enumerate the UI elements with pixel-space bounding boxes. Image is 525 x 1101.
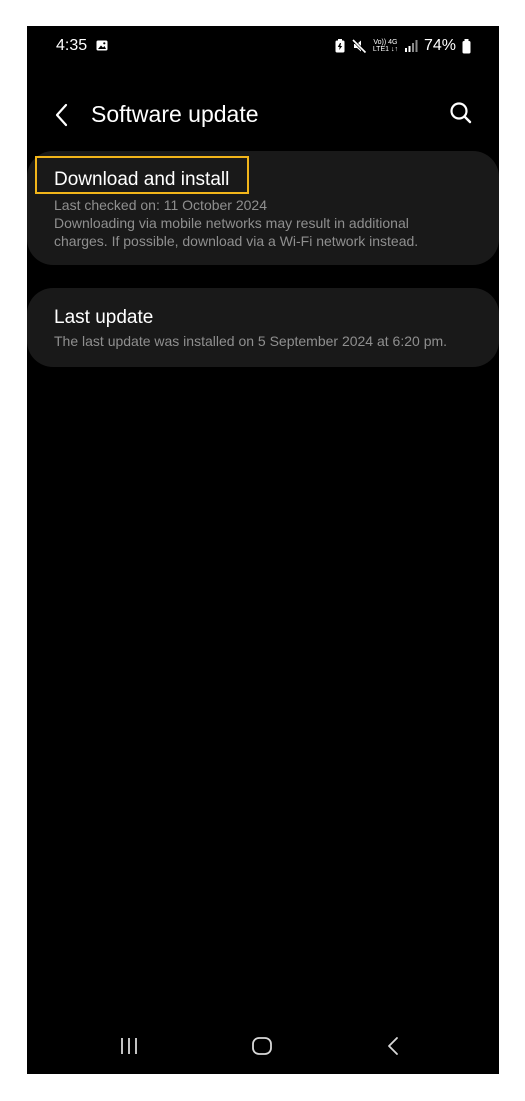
back-icon	[388, 1037, 398, 1055]
status-time: 4:35	[56, 37, 88, 54]
back-button[interactable]	[49, 100, 75, 130]
status-bar: 4:35 Vo)) 4G LTE1 ↓↑ 74%	[27, 26, 499, 66]
home-icon	[252, 1037, 272, 1055]
last-update-item[interactable]: Last update The last update was installe…	[27, 288, 499, 367]
search-button[interactable]	[447, 99, 475, 127]
chevron-left-icon	[55, 103, 68, 127]
search-icon	[450, 102, 472, 124]
download-and-install-title: Download and install	[54, 169, 230, 190]
nav-back-button[interactable]	[385, 1036, 401, 1061]
last-checked-text: Last checked on: 11 October 2024	[54, 197, 267, 213]
battery-percent: 74%	[423, 37, 456, 54]
last-update-title: Last update	[54, 307, 154, 328]
gallery-icon	[96, 40, 108, 51]
page-title: Software update	[91, 101, 259, 127]
download-and-install-item[interactable]: Download and install Last checked on: 11…	[27, 151, 499, 265]
network-label-top: Vo)) 4G	[373, 39, 398, 46]
recents-button[interactable]	[119, 1036, 139, 1061]
app-header: Software update	[27, 92, 499, 138]
last-update-detail: The last update was installed on 5 Septe…	[54, 333, 448, 349]
signal-icon	[404, 40, 418, 52]
home-button[interactable]	[251, 1036, 273, 1061]
download-note-line-2: charges. If possible, download via a Wi-…	[54, 233, 419, 249]
mute-icon	[351, 38, 367, 54]
phone-screen: 4:35 Vo)) 4G LTE1 ↓↑ 74% Software update…	[27, 26, 499, 1074]
battery-saver-icon	[335, 39, 345, 53]
status-icons: Vo)) 4G LTE1 ↓↑ 74%	[335, 36, 471, 56]
volte-icon: Vo)) 4G LTE1 ↓↑	[373, 39, 398, 53]
network-label-bottom: LTE1 ↓↑	[372, 46, 398, 53]
battery-icon	[462, 38, 471, 53]
recents-icon	[121, 1038, 137, 1054]
download-note-line-1: Downloading via mobile networks may resu…	[54, 215, 409, 231]
navigation-bar	[27, 1026, 499, 1070]
